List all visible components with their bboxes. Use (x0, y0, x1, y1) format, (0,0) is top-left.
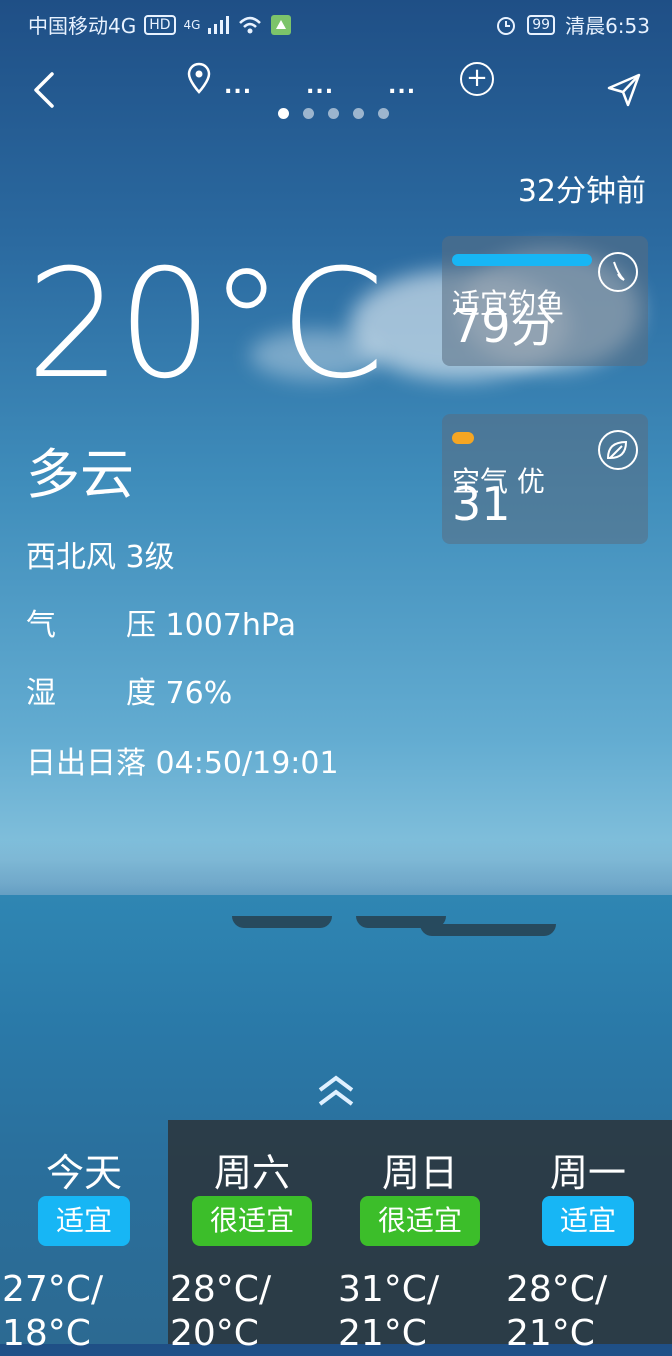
fishing-hook-icon (598, 252, 638, 292)
share-icon[interactable] (606, 72, 642, 108)
page-dot (328, 108, 339, 119)
forecast-temperature-range: 27°C/ 18°C (2, 1269, 104, 1354)
forecast-day-sunday[interactable]: 周日 很适宜 31°C/ 21°C (336, 1120, 504, 1354)
sunrise-sunset-row: 日出日落 04:50/19:01 (26, 744, 339, 784)
humidity-row: 湿 度 76% (26, 674, 232, 714)
humidity-value: 76% (165, 676, 233, 711)
mountains-image (0, 840, 672, 900)
pressure-label-2: 压 (126, 608, 156, 643)
clock-label: 清晨6:53 (565, 14, 650, 38)
page-dot (378, 108, 389, 119)
air-quality-bar (452, 432, 474, 444)
leaf-icon (598, 430, 638, 470)
forecast-day-label: 周六 (213, 1151, 290, 1195)
city-tab-1[interactable]: ... (224, 74, 252, 99)
forecast-day-today[interactable]: 今天 适宜 27°C/ 18°C (0, 1120, 168, 1354)
weather-condition: 多云 (26, 443, 134, 506)
forecast-day-label: 周一 (549, 1151, 626, 1195)
back-icon[interactable] (28, 70, 68, 110)
forecast-day-saturday[interactable]: 周六 很适宜 28°C/ 20°C (168, 1120, 336, 1354)
add-city-button[interactable]: + (460, 62, 494, 96)
network-type-label: 4G (183, 17, 201, 32)
status-bar: 中国移动4G HD 4G 99 清晨6:53 (0, 0, 672, 46)
forecast-status-badge: 适宜 (541, 1196, 635, 1246)
carrier-label: 中国移动4G (28, 14, 137, 38)
page-dot (278, 108, 289, 119)
forecast-strip: 今天 适宜 27°C/ 18°C 周六 很适宜 28°C/ 20°C 周日 很适… (0, 1120, 672, 1354)
current-temperature: 20°C (26, 238, 385, 412)
pressure-value: 1007hPa (165, 608, 297, 643)
forecast-status-badge: 很适宜 (359, 1196, 481, 1246)
alarm-icon (497, 16, 516, 35)
fishing-index-value: 79分 (452, 299, 557, 353)
expand-up-icon[interactable] (316, 1072, 356, 1108)
humidity-label-2: 度 (126, 676, 156, 711)
updated-time: 32分钟前 (517, 174, 646, 209)
pressure-row: 气 压 1007hPa (26, 606, 296, 646)
signal-icon (208, 15, 230, 34)
forecast-temperature-range: 28°C/ 20°C (170, 1269, 272, 1354)
forecast-day-monday[interactable]: 周一 适宜 28°C/ 21°C (504, 1120, 672, 1354)
battery-icon: 99 (527, 14, 556, 35)
app-notification-icon (271, 14, 292, 35)
page-dot (303, 108, 314, 119)
pressure-label: 气 (26, 608, 56, 643)
forecast-temperature-range: 28°C/ 21°C (506, 1269, 608, 1354)
humidity-label: 湿 (26, 676, 56, 711)
air-quality-card[interactable]: 空气 优 31 (442, 414, 648, 544)
forecast-status-badge: 适宜 (37, 1196, 131, 1246)
sun-value: 04:50/19:01 (155, 746, 339, 781)
fishing-index-card[interactable]: 适宜钓鱼 79分 (442, 236, 648, 366)
boat-image (420, 924, 556, 936)
forecast-temperature-range: 31°C/ 21°C (338, 1269, 440, 1354)
city-tab-2[interactable]: ... (306, 74, 334, 99)
hd-icon: HD (144, 14, 176, 35)
page-indicator (278, 108, 389, 119)
forecast-day-label: 周日 (381, 1151, 458, 1195)
sun-label: 日出日落 (26, 746, 146, 781)
boat-image (232, 916, 332, 928)
wind-info: 西北风 3级 (26, 540, 175, 575)
wifi-icon (239, 16, 262, 33)
fishing-index-bar (452, 254, 592, 266)
forecast-status-badge: 很适宜 (191, 1196, 313, 1246)
air-quality-value: 31 (452, 477, 511, 531)
city-tab-3[interactable]: ... (388, 74, 416, 99)
page-dot (353, 108, 364, 119)
location-pin-icon (186, 62, 216, 94)
forecast-day-label: 今天 (45, 1151, 122, 1195)
